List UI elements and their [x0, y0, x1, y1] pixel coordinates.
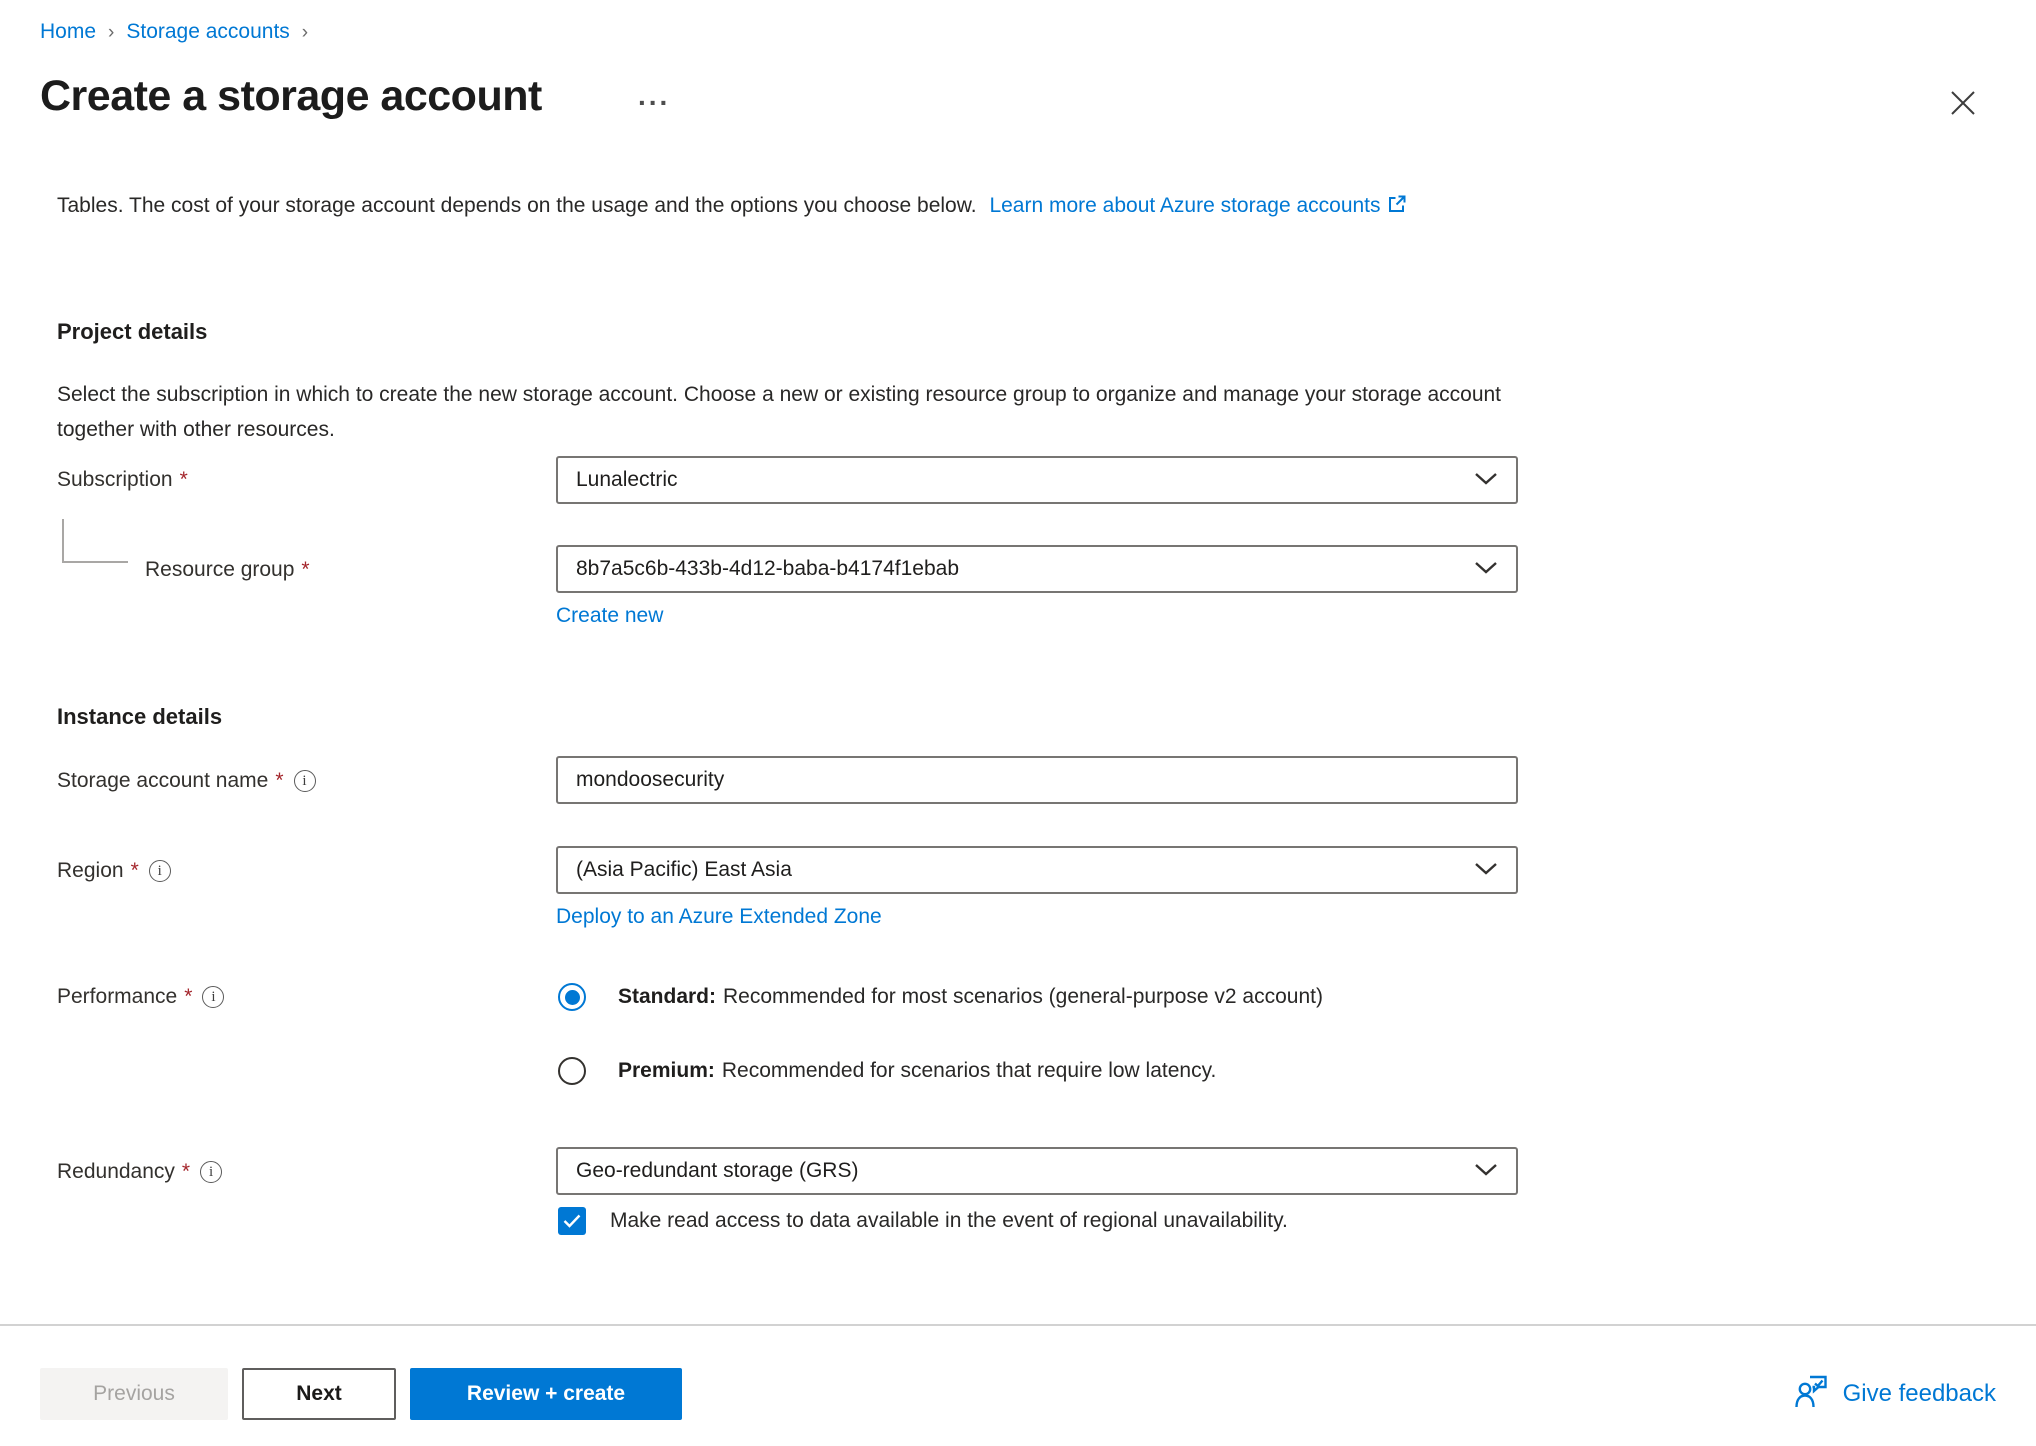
chevron-down-icon [1474, 557, 1498, 581]
region-label: Region* i [0, 846, 556, 883]
give-feedback-link[interactable]: Give feedback [1795, 1374, 1996, 1415]
region-value: (Asia Pacific) East Asia [576, 858, 792, 882]
chevron-down-icon [1474, 858, 1498, 882]
redundancy-label: Redundancy* i [0, 1147, 556, 1184]
region-row: Region* i (Asia Pacific) East Asia Deplo… [0, 846, 2036, 929]
close-icon[interactable] [1948, 88, 1978, 118]
required-asterisk: * [275, 769, 283, 793]
standard-option-description: Recommended for most scenarios (general-… [723, 985, 1323, 1008]
breadcrumb: Home › Storage accounts › [40, 20, 308, 44]
premium-option-name: Premium: [618, 1059, 715, 1082]
storage-account-name-label: Storage account name* i [0, 756, 556, 793]
resource-group-value: 8b7a5c6b-433b-4d12-baba-b4174f1ebab [576, 557, 959, 581]
standard-option-name: Standard: [618, 985, 716, 1008]
required-asterisk: * [180, 468, 188, 492]
intro-text: Tables. The cost of your storage account… [57, 188, 1527, 225]
resource-group-row: Resource group* 8b7a5c6b-433b-4d12-baba-… [0, 545, 2036, 628]
checkbox-checked-icon[interactable] [558, 1207, 586, 1235]
review-create-button[interactable]: Review + create [410, 1368, 682, 1420]
breadcrumb-storage-accounts-link[interactable]: Storage accounts [126, 20, 289, 44]
radio-unselected-icon[interactable] [558, 1057, 586, 1085]
storage-account-name-row: Storage account name* i [0, 756, 2036, 804]
chevron-down-icon [1474, 468, 1498, 492]
redundancy-row: Redundancy* i Geo-redundant storage (GRS… [0, 1147, 2036, 1235]
resource-group-connector-line [62, 519, 128, 563]
redundancy-value: Geo-redundant storage (GRS) [576, 1159, 858, 1183]
feedback-label: Give feedback [1843, 1380, 1996, 1408]
more-options-icon[interactable]: ... [638, 80, 670, 112]
create-storage-account-form: Subscription* Lunalectric Resource group… [0, 456, 2036, 1235]
performance-label: Performance* i [0, 983, 556, 1009]
footer-bar: Previous Next Review + create Give feedb… [40, 1368, 1996, 1420]
performance-standard-option: Standard: Recommended for most scenarios … [556, 983, 1518, 1011]
info-icon[interactable]: i [202, 986, 224, 1008]
chevron-right-icon: › [302, 22, 308, 44]
region-dropdown[interactable]: (Asia Pacific) East Asia [556, 846, 1518, 894]
subscription-dropdown[interactable]: Lunalectric [556, 456, 1518, 504]
info-icon[interactable]: i [200, 1161, 222, 1183]
read-access-checkbox-label: Make read access to data available in th… [610, 1209, 1288, 1233]
performance-row: Performance* i Standard: Recommended for … [0, 983, 2036, 1085]
radio-selected-icon[interactable] [558, 983, 586, 1011]
page-title: Create a storage account [40, 72, 542, 121]
deploy-extended-zone-link[interactable]: Deploy to an Azure Extended Zone [556, 905, 882, 929]
required-asterisk: * [184, 985, 192, 1009]
instance-details-heading: Instance details [57, 704, 2036, 730]
project-details-description: Select the subscription in which to crea… [57, 377, 1537, 447]
previous-button[interactable]: Previous [40, 1368, 228, 1420]
subscription-value: Lunalectric [576, 468, 678, 492]
resource-group-dropdown[interactable]: 8b7a5c6b-433b-4d12-baba-b4174f1ebab [556, 545, 1518, 593]
subscription-row: Subscription* Lunalectric [0, 456, 2036, 504]
create-new-link[interactable]: Create new [556, 604, 663, 628]
external-link-icon [1387, 196, 1407, 219]
required-asterisk: * [182, 1160, 190, 1184]
chevron-down-icon [1474, 1159, 1498, 1183]
info-icon[interactable]: i [294, 770, 316, 792]
required-asterisk: * [131, 859, 139, 883]
breadcrumb-home-link[interactable]: Home [40, 20, 96, 44]
read-access-checkbox-row: Make read access to data available in th… [556, 1207, 1518, 1235]
premium-option-description: Recommended for scenarios that require l… [722, 1059, 1217, 1082]
redundancy-dropdown[interactable]: Geo-redundant storage (GRS) [556, 1147, 1518, 1195]
performance-premium-option: Premium: Recommended for scenarios that r… [556, 1057, 1518, 1085]
project-details-heading: Project details [57, 319, 207, 345]
feedback-icon [1795, 1374, 1831, 1415]
subscription-label: Subscription* [0, 456, 556, 492]
info-icon[interactable]: i [149, 860, 171, 882]
next-button[interactable]: Next [242, 1368, 396, 1420]
storage-account-name-input[interactable] [556, 756, 1518, 804]
required-asterisk: * [301, 558, 309, 582]
footer-divider [0, 1324, 2036, 1326]
learn-more-link[interactable]: Learn more about Azure storage accounts [989, 194, 1380, 217]
intro-text-body: Tables. The cost of your storage account… [57, 194, 977, 217]
chevron-right-icon: › [108, 22, 114, 44]
